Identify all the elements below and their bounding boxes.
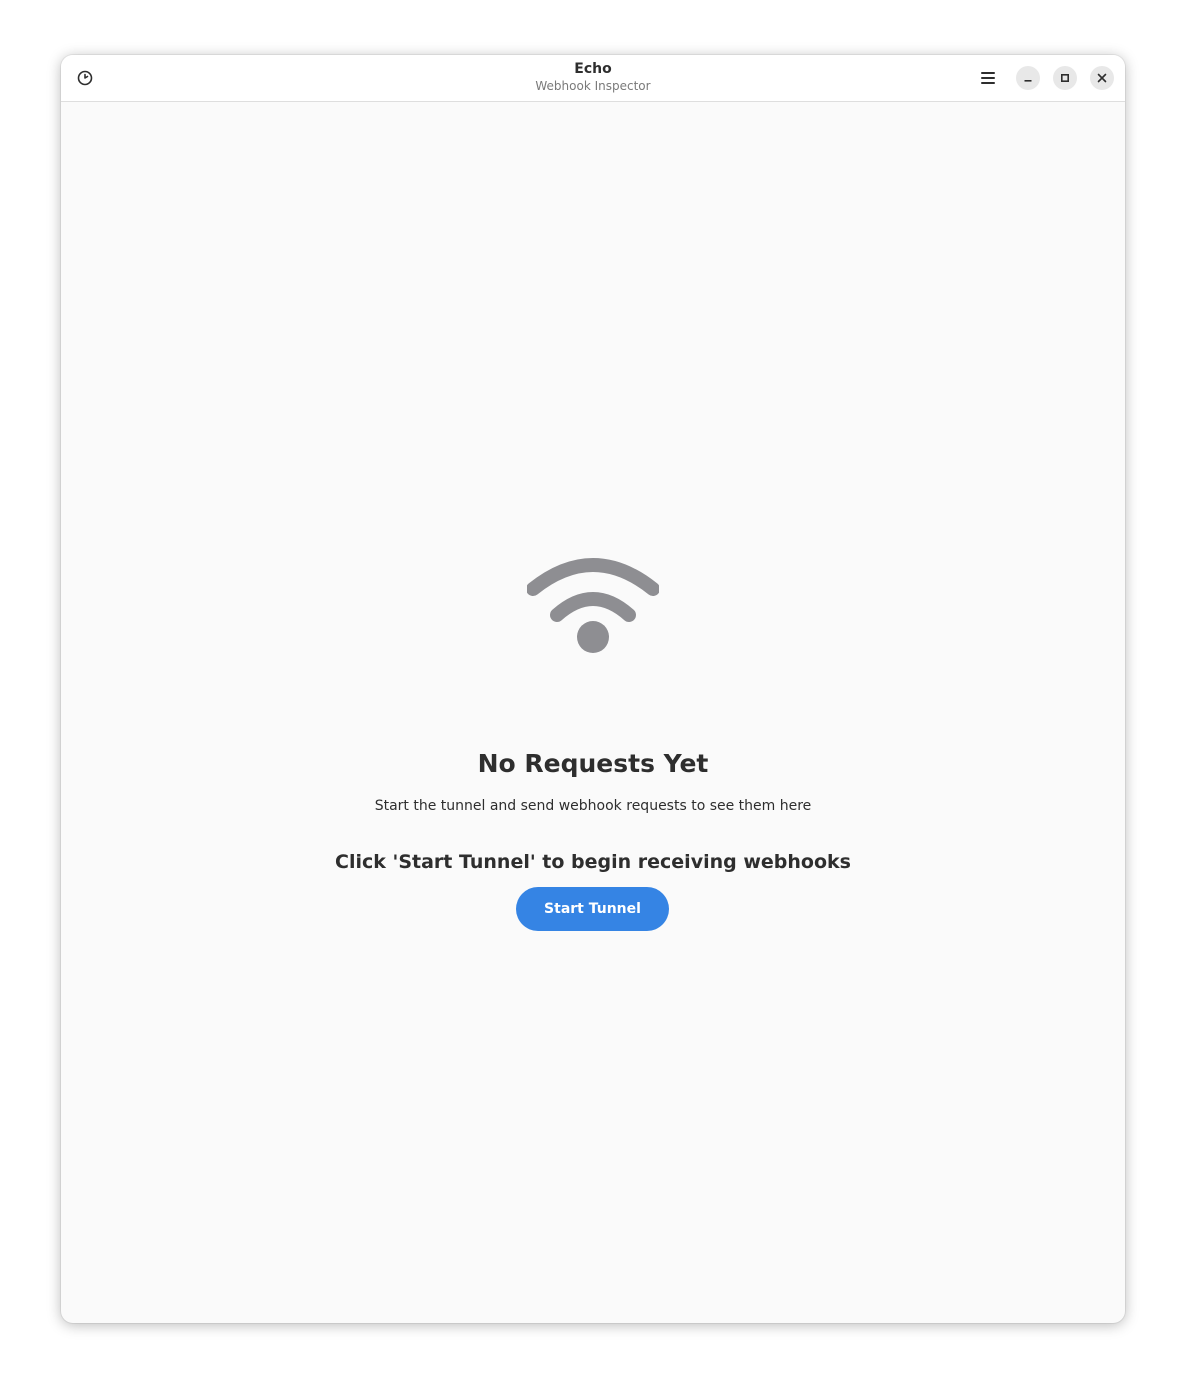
minimize-button[interactable]	[1016, 66, 1040, 90]
empty-state-page: No Requests Yet Start the tunnel and sen…	[61, 102, 1125, 1323]
start-tunnel-button[interactable]: Start Tunnel	[516, 887, 669, 931]
maximize-icon	[1060, 73, 1070, 83]
close-button[interactable]	[1090, 66, 1114, 90]
minimize-icon	[1024, 80, 1032, 82]
start-tunnel-hint: Click 'Start Tunnel' to begin receiving …	[335, 851, 851, 873]
window-title-block: Echo Webhook Inspector	[61, 61, 1125, 94]
empty-state-title: No Requests Yet	[477, 749, 709, 778]
maximize-button[interactable]	[1053, 66, 1077, 90]
app-subtitle: Webhook Inspector	[535, 79, 651, 93]
app-title: Echo	[574, 61, 612, 77]
wifi-signal-icon	[527, 558, 659, 653]
hamburger-menu-icon	[981, 72, 995, 84]
main-menu-button[interactable]	[973, 63, 1003, 93]
close-icon	[1097, 73, 1107, 83]
app-window: Echo Webhook Inspector No Requests Yet S…	[61, 55, 1125, 1323]
empty-state-description: Start the tunnel and send webhook reques…	[374, 798, 812, 814]
header-bar: Echo Webhook Inspector	[61, 55, 1125, 102]
